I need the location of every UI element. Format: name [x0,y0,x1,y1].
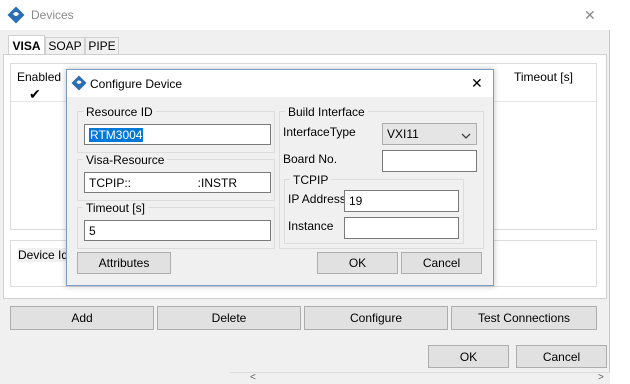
configure-button-label: Configure [349,311,403,325]
devices-titlebar: Devices ✕ [0,0,610,30]
devices-title: Devices [31,8,74,22]
board-no-input[interactable] [382,150,477,172]
horizontal-scrollbar[interactable]: < > [230,372,610,384]
resource-id-input[interactable]: RTM3004 [84,124,271,145]
test-connections-button[interactable]: Test Connections [451,306,597,330]
chevron-down-icon [461,129,471,143]
devices-cancel-button[interactable]: Cancel [516,345,607,368]
tcpip-label: TCPIP [290,173,332,187]
dialog-close-icon[interactable]: ✕ [471,75,483,92]
dialog-ok-button[interactable]: OK [317,252,398,274]
visa-resource-value: TCPIP:: :INSTR [89,175,238,190]
attributes-button[interactable]: Attributes [77,252,171,274]
add-button-label: Add [71,311,93,325]
configure-device-dialog: Configure Device ✕ Resource ID RTM3004 V… [66,69,494,286]
ip-address-input[interactable]: 19 [344,190,459,212]
dialog-cancel-button[interactable]: Cancel [401,252,482,274]
devices-ok-label: OK [459,349,478,364]
visa-resource-label: Visa-Resource [83,153,168,167]
attributes-button-label: Attributes [98,256,150,270]
tab-pipe[interactable]: PIPE [85,37,119,54]
devices-ok-button[interactable]: OK [428,345,509,368]
interface-type-label: InterfaceType [283,125,356,139]
instance-input[interactable] [344,217,459,239]
visa-resource-input[interactable]: TCPIP:: :INSTR [84,172,271,193]
ip-address-value: 19 [349,194,363,208]
test-connections-button-label: Test Connections [477,311,571,325]
dialog-cancel-label: Cancel [422,256,461,270]
col-timeout-header[interactable]: Timeout [s] [514,70,573,84]
tab-soap[interactable]: SOAP [45,37,85,54]
build-interface-label: Build Interface [285,105,368,119]
timeout-input[interactable]: 5 [84,220,271,241]
tab-soap-label: SOAP [48,39,82,53]
timeout-value: 5 [89,223,96,238]
add-button[interactable]: Add [10,306,154,330]
interface-type-select[interactable]: VXI11 [382,123,477,145]
dialog-ok-label: OK [348,256,367,270]
configure-button[interactable]: Configure [304,306,448,330]
dialog-app-logo-icon [71,75,87,91]
dialog-title: Configure Device [90,77,183,91]
resource-id-label: Resource ID [83,105,156,119]
check-icon[interactable]: ✔ [29,86,41,103]
app-logo-icon [7,6,25,24]
background-strip [611,0,630,384]
resource-id-value: RTM3004 [89,127,144,142]
delete-button-label: Delete [211,311,247,325]
col-enabled-header[interactable]: Enabled [17,70,61,84]
delete-button[interactable]: Delete [157,306,301,330]
board-no-label: Board No. [283,152,338,166]
tab-visa[interactable]: VISA [8,35,45,55]
interface-type-value: VXI11 [387,127,419,141]
instance-label: Instance [288,219,334,233]
devices-cancel-label: Cancel [542,349,581,364]
scroll-right-icon[interactable]: > [598,372,604,383]
tab-pipe-label: PIPE [88,39,116,53]
dialog-titlebar: Configure Device ✕ [67,70,493,97]
scroll-left-icon[interactable]: < [250,372,256,383]
timeout-label: Timeout [s] [83,201,148,215]
tab-visa-label: VISA [12,38,41,53]
devices-close-icon[interactable]: ✕ [584,7,596,24]
ip-address-label: IP Address [288,192,346,206]
